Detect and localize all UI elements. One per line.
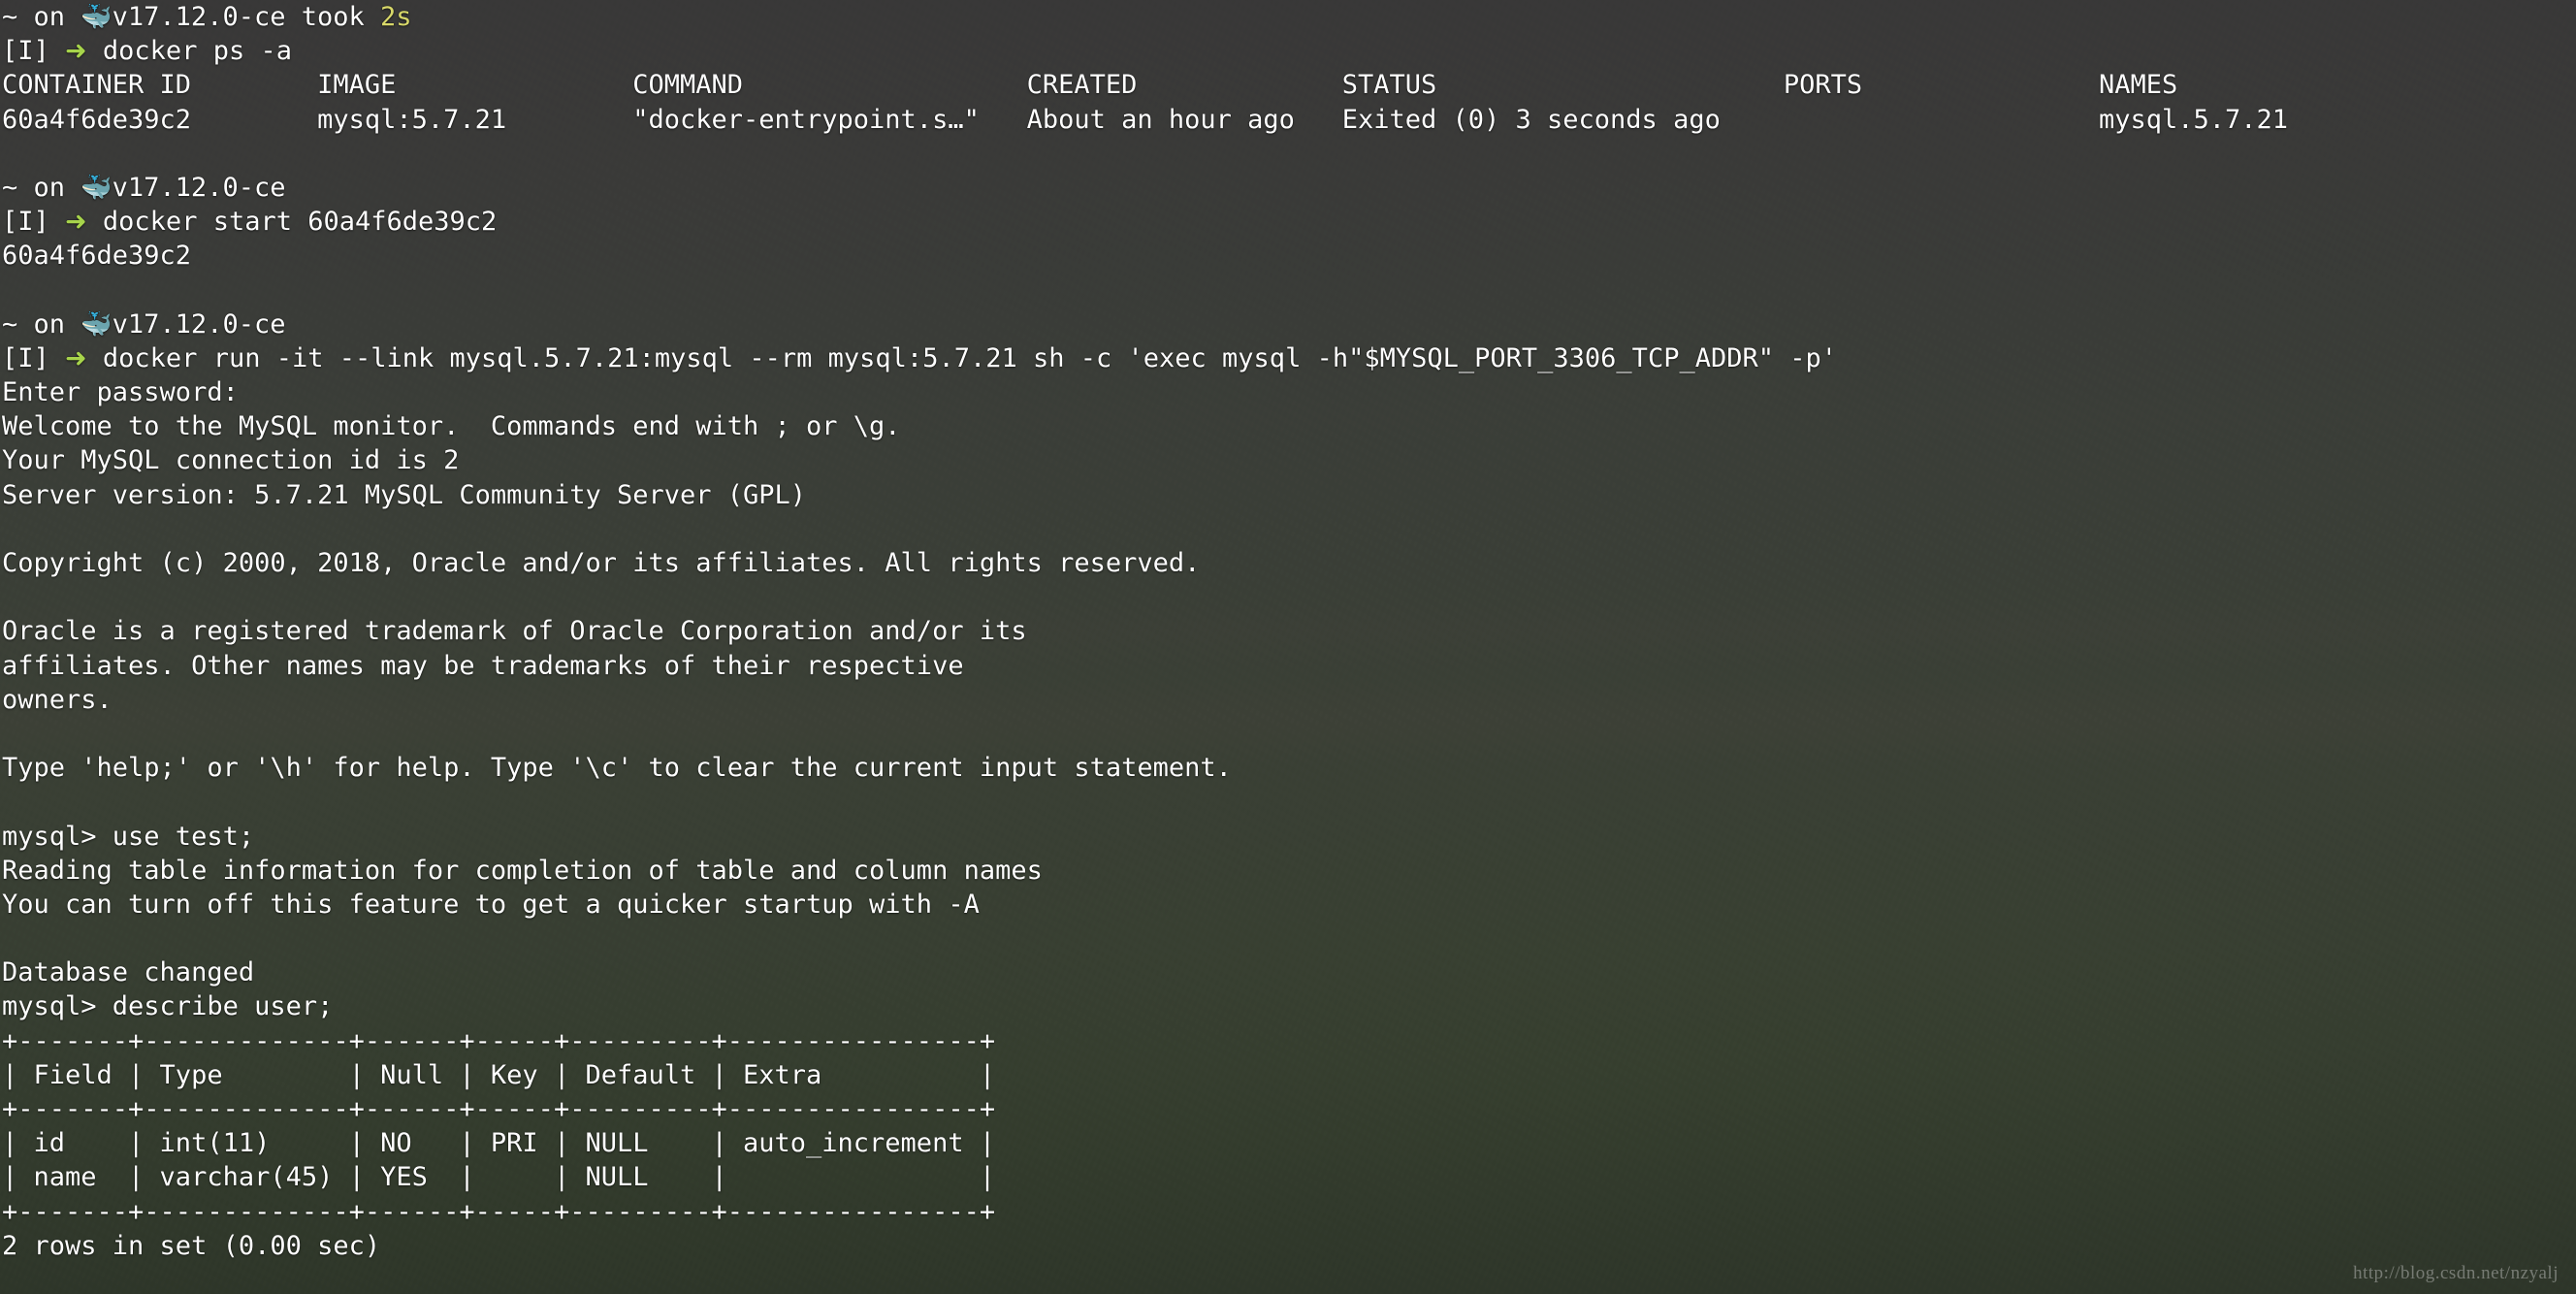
terminal-output-line: CONTAINER ID IMAGE COMMAND CREATED STATU…	[2, 70, 2178, 101]
command-input-line[interactable]: [I] ➜ docker ps -a	[2, 34, 2576, 68]
shell-command-text: docker ps -a	[86, 36, 292, 67]
prompt-cwd: ~ on	[2, 2, 81, 32]
terminal-output-line: 60a4f6de39c2	[2, 241, 192, 272]
docker-whale-icon: 🐳	[80, 173, 113, 203]
shell-command-text: docker start 60a4f6de39c2	[86, 207, 498, 238]
terminal-output-line: +-------+-------------+------+-----+----…	[2, 1196, 996, 1227]
terminal-output-area[interactable]: ~ on 🐳v17.12.0-ce took 2s [I] ➜ docker ps…	[0, 0, 2576, 1294]
terminal-output-line: affiliates. Other names may be trademark…	[2, 650, 964, 681]
terminal-output-line: Welcome to the MySQL monitor. Commands e…	[2, 411, 901, 442]
took-duration: 2s	[380, 2, 412, 32]
terminal-output-line: mysql> use test;	[2, 821, 255, 852]
prompt-arrow-icon: ➜	[65, 207, 87, 238]
terminal-output-line: Your MySQL connection id is 2	[2, 445, 460, 476]
prompt-arrow-icon: ➜	[65, 342, 87, 373]
prompt-cwd: ~ on	[2, 172, 81, 203]
terminal-output-line: owners.	[2, 684, 113, 715]
terminal-output-line: Copyright (c) 2000, 2018, Oracle and/or …	[2, 548, 1201, 578]
terminal-output-line: Enter password:	[2, 377, 239, 408]
terminal-window[interactable]: ~ on 🐳v17.12.0-ce took 2s [I] ➜ docker ps…	[0, 0, 2576, 1294]
terminal-output-line: Reading table information for completion…	[2, 855, 1043, 886]
terminal-output-line: 60a4f6de39c2 mysql:5.7.21 "docker-entryp…	[2, 104, 2289, 135]
took-label: took	[285, 2, 381, 32]
docker-version-label: v17.12.0-ce	[112, 2, 286, 32]
prompt-context-line: ~ on 🐳v17.12.0-ce took 2s	[2, 0, 2576, 34]
terminal-output-line: +-------+-------------+------+-----+----…	[2, 1094, 996, 1124]
terminal-output-line: mysql> describe user;	[2, 991, 334, 1022]
terminal-output-line: | Field | Type | Null | Key | Default | …	[2, 1059, 996, 1090]
prompt-context-line: ~ on 🐳v17.12.0-ce	[2, 307, 2576, 341]
terminal-output-line: Type 'help;' or '\h' for help. Type '\c'…	[2, 753, 1232, 784]
vi-mode-indicator: [I]	[2, 342, 66, 373]
terminal-output-line: Database changed	[2, 957, 255, 988]
docker-version-label: v17.12.0-ce	[112, 308, 286, 340]
prompt-context-line: ~ on 🐳v17.12.0-ce	[2, 171, 2576, 205]
vi-mode-indicator: [I]	[2, 207, 66, 238]
vi-mode-indicator: [I]	[2, 36, 66, 67]
terminal-output-line: | id | int(11) | NO | PRI | NULL | auto_…	[2, 1128, 996, 1159]
prompt-arrow-icon: ➜	[65, 36, 87, 67]
docker-whale-icon: 🐳	[80, 3, 113, 32]
shell-command-text: docker run -it --link mysql.5.7.21:mysql…	[86, 342, 1838, 373]
prompt-cwd: ~ on	[2, 308, 81, 340]
docker-version-label: v17.12.0-ce	[112, 172, 286, 203]
command-input-line[interactable]: [I] ➜ docker start 60a4f6de39c2	[2, 205, 2576, 239]
terminal-output-line: Server version: 5.7.21 MySQL Community S…	[2, 479, 807, 510]
docker-whale-icon: 🐳	[80, 309, 113, 340]
terminal-output-line: Oracle is a registered trademark of Orac…	[2, 616, 1027, 647]
terminal-output-line: 2 rows in set (0.00 sec)	[2, 1230, 381, 1261]
command-input-line[interactable]: [I] ➜ docker run -it --link mysql.5.7.21…	[2, 341, 2576, 375]
terminal-output-line: +-------+-------------+------+-----+----…	[2, 1025, 996, 1056]
terminal-output-line: | name | varchar(45) | YES | | NULL | |	[2, 1162, 996, 1193]
blog-watermark: http://blog.csdn.net/nzyalj	[2353, 1262, 2559, 1283]
terminal-output-line: You can turn off this feature to get a q…	[2, 889, 980, 920]
